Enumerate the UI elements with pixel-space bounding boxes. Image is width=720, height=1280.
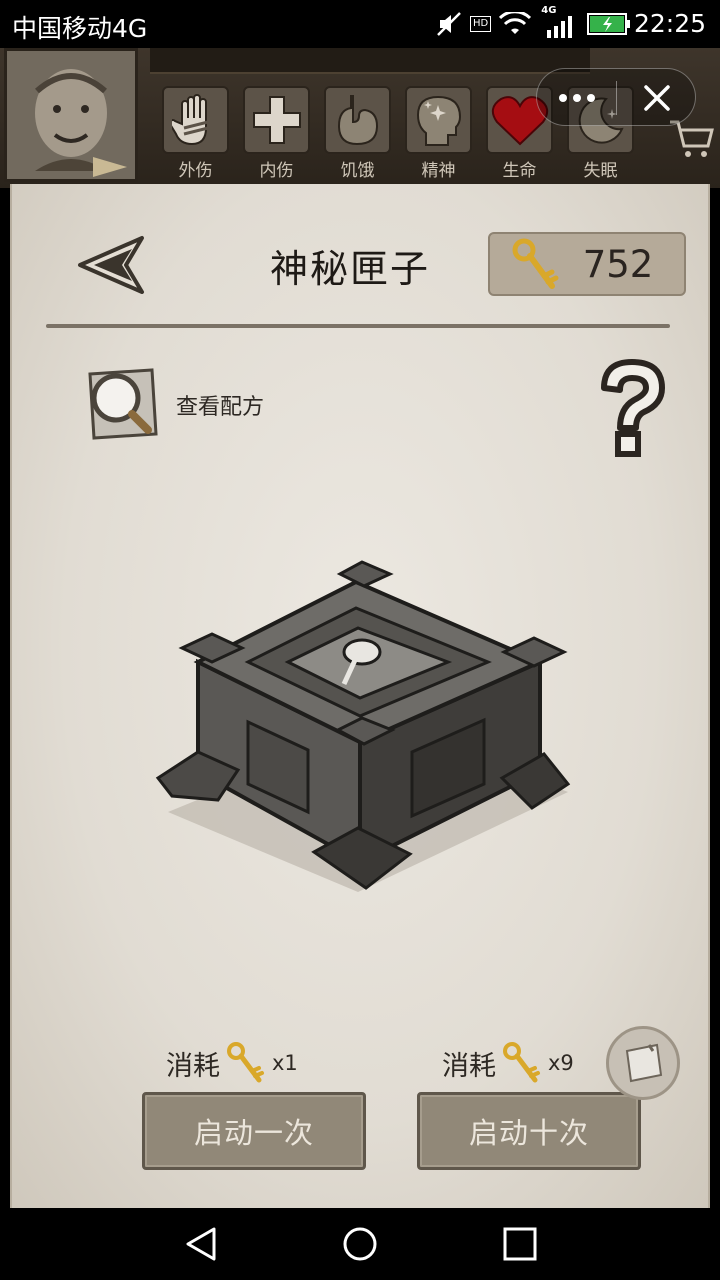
- status-label: 生命: [502, 161, 537, 181]
- nav-recent-icon[interactable]: [500, 1226, 540, 1262]
- question-mark-icon[interactable]: [590, 356, 674, 460]
- hd-badge: HD: [470, 16, 492, 32]
- header-divider: [46, 324, 670, 328]
- note-icon: [625, 1043, 663, 1083]
- magnifier-icon: [88, 368, 158, 440]
- back-arrow-icon[interactable]: [76, 232, 150, 298]
- cost-label: 消耗: [442, 1050, 496, 1082]
- cost-label: 消耗: [166, 1050, 220, 1082]
- dot-icon: [586, 94, 595, 102]
- recipe-label[interactable]: 查看配方: [176, 389, 264, 421]
- stomach-icon: [324, 86, 391, 154]
- system-nav-bar: [0, 1208, 720, 1280]
- page-title: 神秘匣子: [269, 247, 430, 291]
- status-hunger[interactable]: 饥饿: [322, 86, 393, 181]
- key-icon: [512, 238, 559, 289]
- status-label: 精神: [421, 161, 456, 181]
- open-ten-times-button[interactable]: 启动十次: [417, 1092, 641, 1170]
- cost-quantity: x9: [548, 1051, 574, 1075]
- single-cost: 消耗 x1: [166, 1040, 298, 1086]
- hand-icon: [162, 86, 229, 154]
- status-internal-injury[interactable]: 内伤: [241, 86, 312, 181]
- status-label: 外伤: [178, 161, 213, 181]
- cell-signal-icon: 4G: [539, 5, 579, 38]
- dot-icon: [558, 94, 567, 102]
- key-count: 752: [582, 243, 654, 286]
- close-button[interactable]: [617, 69, 696, 127]
- mute-icon: [437, 12, 461, 36]
- cross-icon: [243, 86, 310, 154]
- system-status-bar: 中国移动4G HD 4G 22:25: [0, 0, 720, 48]
- open-once-button[interactable]: 启动一次: [142, 1092, 366, 1170]
- status-label: 失眠: [583, 161, 618, 181]
- mind-icon: [405, 86, 472, 154]
- key-icon: [227, 1042, 264, 1083]
- resource-strip: [150, 48, 590, 74]
- recipe-button[interactable]: [82, 364, 162, 442]
- character-portrait[interactable]: [4, 48, 138, 182]
- status-wound[interactable]: 外伤: [160, 86, 231, 181]
- note-button[interactable]: [606, 1026, 680, 1100]
- status-icons: HD 4G: [436, 5, 631, 38]
- more-options-button[interactable]: [537, 69, 616, 127]
- nav-back-icon[interactable]: [182, 1226, 222, 1262]
- close-icon: [643, 85, 670, 111]
- key-icon: [503, 1042, 540, 1083]
- nav-home-icon[interactable]: [340, 1226, 380, 1262]
- battery-icon: [587, 13, 631, 35]
- status-mind[interactable]: 精神: [403, 86, 474, 181]
- ten-cost: 消耗 x9: [442, 1040, 574, 1086]
- mystery-box-chest[interactable]: [148, 552, 572, 898]
- status-label: 内伤: [259, 161, 294, 181]
- status-label: 饥饿: [340, 161, 375, 181]
- key-counter: 752: [488, 232, 686, 296]
- cost-quantity: x1: [272, 1051, 298, 1075]
- clock: 22:25: [633, 9, 706, 38]
- carrier-label: 中国移动4G: [12, 14, 148, 43]
- wifi-icon: [499, 12, 532, 34]
- dot-icon: [572, 94, 581, 102]
- miniprogram-capsule: [536, 68, 696, 126]
- cell-type-badge: 4G: [541, 5, 557, 16]
